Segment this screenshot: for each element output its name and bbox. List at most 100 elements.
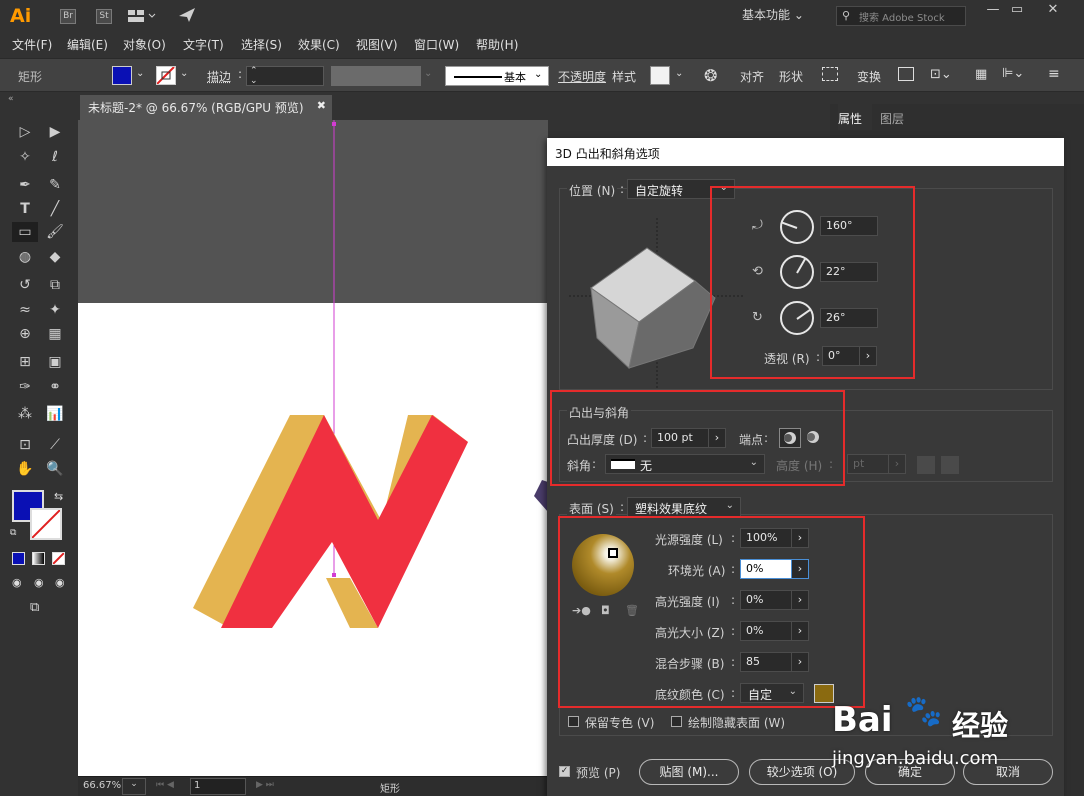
rotate-tool-icon[interactable]: ↺ xyxy=(14,275,36,295)
bevel-height-arrow[interactable]: › xyxy=(888,454,906,474)
stroke-swatch[interactable] xyxy=(156,66,176,85)
eraser-tool-icon[interactable]: ◆ xyxy=(44,247,66,267)
style-dropdown-icon[interactable]: ⌄ xyxy=(675,68,683,79)
stroke-weight-input[interactable] xyxy=(246,66,324,86)
stepper-icon[interactable]: ⌃ ⌄ xyxy=(250,66,258,86)
magic-wand-tool-icon[interactable]: ✧ xyxy=(14,147,36,167)
artboard-number-input[interactable]: 1 xyxy=(190,778,246,795)
stock-badge[interactable]: St xyxy=(96,9,112,24)
stock-search-input[interactable]: ⚲ 搜索 Adobe Stock xyxy=(836,6,966,26)
menu-window[interactable]: 窗口(W) xyxy=(414,36,459,53)
shaper-tool-icon[interactable]: ◍ xyxy=(14,247,36,267)
selection-tool-icon[interactable]: ▷ xyxy=(14,122,36,142)
shape-builder-tool-icon[interactable]: ⊕ xyxy=(14,324,36,344)
isolate-icon[interactable]: ⊡⌄ xyxy=(930,67,952,82)
menu-help[interactable]: 帮助(H) xyxy=(476,36,518,53)
zoom-tool-icon[interactable]: 🔍 xyxy=(44,459,66,479)
menu-type[interactable]: 文字(T) xyxy=(183,36,224,53)
menu-object[interactable]: 对象(O) xyxy=(123,36,166,53)
stroke-label[interactable]: 描边 xyxy=(207,68,231,85)
preserve-spot-checkbox[interactable] xyxy=(568,716,579,727)
perspective-grid-tool-icon[interactable]: ▦ xyxy=(44,324,66,344)
workspace-switcher[interactable]: 基本功能 ⌄ xyxy=(742,6,804,26)
puppet-warp-tool-icon[interactable]: ✦ xyxy=(44,300,66,320)
pen-tool-icon[interactable]: ✒ xyxy=(14,175,36,195)
first-artboard-icon[interactable]: ⏮ ◀ xyxy=(156,780,174,790)
send-icon[interactable] xyxy=(178,7,196,26)
fill-dropdown-icon[interactable]: ⌄ xyxy=(136,68,144,79)
width-tool-icon[interactable]: ≈ xyxy=(14,300,36,320)
color-mode-icon[interactable] xyxy=(12,552,25,565)
transform-label[interactable]: 变换 xyxy=(857,68,881,85)
shape-label[interactable]: 形状 xyxy=(779,68,803,85)
preview-checkbox[interactable]: ✓ xyxy=(559,766,570,777)
minimize-icon[interactable]: — xyxy=(982,2,1004,22)
document-tab[interactable]: 未标题-2* @ 66.67% (RGB/GPU 预览) ✖ xyxy=(80,95,332,120)
lasso-tool-icon[interactable]: ℓ xyxy=(44,147,66,167)
last-artboard-icon[interactable]: ▶ ⏭ xyxy=(256,780,274,790)
tab-layers[interactable]: 图层 xyxy=(880,110,904,127)
slice-tool-icon[interactable]: ⟋ xyxy=(44,435,66,455)
profile-dropdown-icon[interactable]: ⌄ xyxy=(424,68,432,79)
menu-view[interactable]: 视图(V) xyxy=(356,36,398,53)
recolor-icon[interactable]: ❂ xyxy=(704,66,717,85)
bevel-in-icon[interactable] xyxy=(941,456,959,474)
eyedropper-tool-icon[interactable]: ✑ xyxy=(14,377,36,397)
paintbrush-tool-icon[interactable]: 🖌 xyxy=(44,222,66,242)
default-colors-icon[interactable]: ⧉ xyxy=(10,528,16,538)
maximize-icon[interactable]: ▭ xyxy=(1006,2,1028,22)
align-options-icon[interactable]: ⊫⌄ xyxy=(1002,66,1024,81)
transform-icon[interactable] xyxy=(898,67,914,81)
n-logo-artwork[interactable] xyxy=(193,415,468,628)
draw-behind-icon[interactable]: ◉ xyxy=(34,576,44,589)
opacity-label[interactable]: 不透明度 xyxy=(558,68,606,85)
zoom-dropdown-icon[interactable]: ⌄ xyxy=(122,778,146,795)
column-graph-tool-icon[interactable]: 📊 xyxy=(44,404,66,424)
mesh-tool-icon[interactable]: ⊞ xyxy=(14,352,36,372)
panel-menu-icon[interactable]: ≡ xyxy=(1048,66,1060,82)
shape-icon[interactable] xyxy=(822,67,838,81)
draw-hidden-checkbox[interactable] xyxy=(671,716,682,727)
draw-inside-icon[interactable]: ◉ xyxy=(55,576,65,589)
surface-select[interactable]: 塑料效果底纹 ⌄ xyxy=(627,497,741,517)
close-icon[interactable]: ✕ xyxy=(1042,2,1064,22)
line-tool-icon[interactable]: ╱ xyxy=(44,199,66,219)
stroke-color-swatch[interactable] xyxy=(30,508,62,540)
variable-width-profile[interactable] xyxy=(331,66,421,86)
screen-mode-icon[interactable]: ⧉ xyxy=(30,600,39,615)
map-art-button[interactable]: 贴图 (M)... xyxy=(639,759,739,785)
tools-panel: « ▷ ▶ ✧ ℓ ✒ ✎ T ╱ ▭ 🖌 ◍ ◆ ↺ ⧉ ≈ ✦ ⊕ ▦ ⊞ … xyxy=(0,92,78,796)
hand-tool-icon[interactable]: ✋ xyxy=(14,459,36,479)
collapse-icon[interactable]: « xyxy=(8,94,14,104)
fill-swatch[interactable] xyxy=(112,66,132,85)
menu-edit[interactable]: 编辑(E) xyxy=(67,36,108,53)
arrange-icon[interactable]: ▦ xyxy=(975,67,987,82)
gradient-mode-icon[interactable] xyxy=(32,552,45,565)
swap-colors-icon[interactable]: ⇆ xyxy=(54,490,63,503)
scale-tool-icon[interactable]: ⧉ xyxy=(44,275,66,295)
menu-effect[interactable]: 效果(C) xyxy=(298,36,340,53)
brush-definition[interactable]: 基本 ⌄ xyxy=(445,66,549,86)
symbol-sprayer-tool-icon[interactable]: ⁂ xyxy=(14,404,36,424)
bevel-out-icon[interactable] xyxy=(917,456,935,474)
curvature-tool-icon[interactable]: ✎ xyxy=(44,175,66,195)
rectangle-tool-icon[interactable]: ▭ xyxy=(12,222,38,242)
none-mode-icon[interactable] xyxy=(52,552,65,565)
menu-select[interactable]: 选择(S) xyxy=(241,36,282,53)
menu-file[interactable]: 文件(F) xyxy=(12,36,52,53)
gradient-tool-icon[interactable]: ▣ xyxy=(44,352,66,372)
direct-selection-tool-icon[interactable]: ▶ xyxy=(44,122,66,142)
style-swatch[interactable] xyxy=(650,66,670,85)
arrange-documents-icon[interactable] xyxy=(128,9,156,23)
close-tab-icon[interactable]: ✖ xyxy=(317,99,326,112)
bevel-height-input[interactable]: pt xyxy=(847,454,889,474)
artboard-tool-icon[interactable]: ⊡ xyxy=(14,435,36,455)
zoom-level[interactable]: 66.67% xyxy=(83,780,121,791)
align-label[interactable]: 对齐 xyxy=(740,68,764,85)
draw-normal-icon[interactable]: ◉ xyxy=(12,576,22,589)
blend-tool-icon[interactable]: ⚭ xyxy=(44,377,66,397)
tab-properties[interactable]: 属性 xyxy=(838,110,862,127)
bridge-badge[interactable]: Br xyxy=(60,9,76,24)
type-tool-icon[interactable]: T xyxy=(14,199,36,219)
stroke-dropdown-icon[interactable]: ⌄ xyxy=(180,68,188,79)
